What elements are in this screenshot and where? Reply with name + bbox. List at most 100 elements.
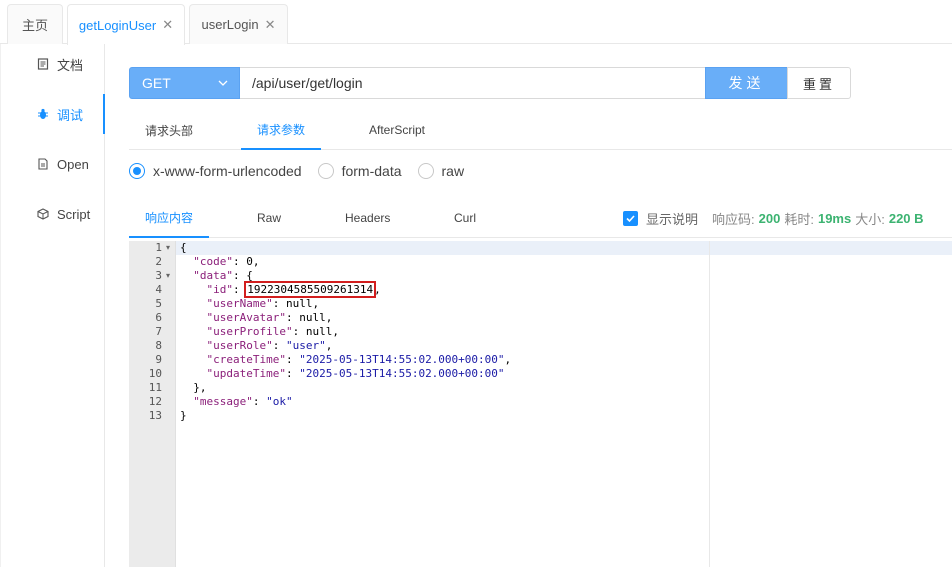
cube-icon <box>37 208 49 220</box>
tab-request-params[interactable]: 请求参数 <box>241 110 322 150</box>
line-number: 6 <box>155 311 162 324</box>
method-value: GET <box>142 75 171 91</box>
code-line: "id": 1922304585509261314, <box>206 281 381 298</box>
json-value: "2025-05-13T14:55:02.000+00:00" <box>299 353 505 366</box>
json-key: "userName" <box>206 297 273 310</box>
code-line: "createTime": "2025-05-13T14:55:02.000+0… <box>206 353 512 366</box>
status-code-label: 响应码: <box>712 211 755 227</box>
radio-label: raw <box>441 163 465 179</box>
json-key: "userProfile" <box>206 325 293 338</box>
code-line: "userName": null, <box>206 297 320 310</box>
size-value: 220 B <box>888 210 924 226</box>
time-label: 耗时: <box>784 211 814 227</box>
line-number: 3 <box>155 269 162 282</box>
code-line: "userAvatar": null, <box>206 311 333 324</box>
code-line: "userProfile": null, <box>206 325 339 338</box>
line-gutter: 1 ▾ 2 3 ▾ 4 5 6 7 8 9 10 11 12 13 <box>129 241 176 567</box>
sidebar-item-label: 文档 <box>57 57 84 73</box>
file-icon <box>38 158 48 170</box>
reset-button[interactable]: 重置 <box>787 67 851 99</box>
json-key: "createTime" <box>206 353 286 366</box>
line-number: 4 <box>155 283 162 296</box>
sidebar-item-label: 调试 <box>57 107 84 123</box>
json-brace: } <box>180 409 187 422</box>
send-button[interactable]: 发送 <box>705 67 788 99</box>
check-icon <box>626 214 635 222</box>
close-icon[interactable]: ✕ <box>265 17 276 33</box>
json-value: "user" <box>285 339 326 352</box>
tab-response-raw[interactable]: Raw <box>257 198 281 238</box>
tab-request-headers[interactable]: 请求头部 <box>145 110 193 150</box>
radio-x-www-form-urlencoded[interactable]: x-www-form-urlencoded <box>129 163 302 179</box>
json-brace: { <box>180 241 187 254</box>
radio-circle[interactable] <box>317 163 334 179</box>
show-description-label: 显示说明 <box>646 211 699 227</box>
tab-label: userLogin <box>201 17 259 32</box>
close-icon[interactable]: ✕ <box>162 17 173 33</box>
sidebar-item-label: Script <box>57 206 91 222</box>
line-number: 11 <box>148 381 162 394</box>
json-key: "updateTime" <box>206 367 286 380</box>
code-line: "data": { <box>193 269 253 282</box>
line-number: 13 <box>148 409 162 422</box>
json-key: "id" <box>206 283 234 296</box>
top-tab-bar: 主页 getLoginUser ✕ userLogin ✕ <box>0 0 952 45</box>
line-number: 5 <box>155 297 162 310</box>
chevron-down-icon <box>218 80 228 86</box>
code-line: } <box>180 409 187 423</box>
radio-circle[interactable] <box>129 163 145 179</box>
code-line: "userRole": "user", <box>206 339 333 352</box>
radio-raw[interactable]: raw <box>417 163 465 179</box>
show-description-checkbox[interactable] <box>623 210 638 226</box>
tab-getloginuser[interactable]: getLoginUser ✕ <box>67 4 185 45</box>
response-editor[interactable]: 1 ▾ 2 3 ▾ 4 5 6 7 8 9 10 11 12 13 { "cod… <box>129 241 952 567</box>
json-value: "2025-05-13T14:55:02.000+00:00" <box>299 367 505 380</box>
tab-userlogin[interactable]: userLogin ✕ <box>189 4 288 44</box>
fold-toggle-icon[interactable]: ▾ <box>166 269 170 283</box>
radio-label: x-www-form-urlencoded <box>153 163 302 179</box>
sidebar-item-debug[interactable]: 调试 <box>1 94 105 134</box>
radio-label: form-data <box>341 163 402 179</box>
id-value-highlighted: 1922304585509261314 <box>244 281 377 298</box>
radio-form-data[interactable]: form-data <box>317 163 402 179</box>
code-line: "code": 0, <box>193 255 260 268</box>
method-select[interactable]: GET <box>129 67 240 99</box>
document-icon <box>37 58 49 70</box>
json-key: "message" <box>193 395 253 408</box>
tab-response-headers[interactable]: Headers <box>345 198 390 238</box>
tab-label: 主页 <box>21 18 48 33</box>
tab-afterscript[interactable]: AfterScript <box>369 110 425 150</box>
sidebar: 文档 调试 Open Script <box>0 44 105 567</box>
response-tabs: 响应内容 Raw Headers Curl 显示说明 响应码: 200 耗时: … <box>129 198 952 238</box>
sidebar-item-docs[interactable]: 文档 <box>1 44 105 84</box>
code-area[interactable]: { "code": 0, "data": { "id": 19223045855… <box>176 241 710 567</box>
sidebar-item-script[interactable]: Script <box>1 194 105 234</box>
json-key: "userAvatar" <box>206 311 286 324</box>
status-code-value: 200 <box>758 210 781 226</box>
code-line: { <box>180 241 187 255</box>
tab-response-curl[interactable]: Curl <box>454 198 476 238</box>
tab-home[interactable]: 主页 <box>7 4 63 44</box>
url-input[interactable]: /api/user/get/login <box>240 67 706 99</box>
sidebar-item-open[interactable]: Open <box>1 144 105 184</box>
line-number: 7 <box>155 325 162 338</box>
fold-toggle-icon[interactable]: ▾ <box>166 241 170 255</box>
json-key: "userRole" <box>206 339 273 352</box>
json-value: "ok" <box>266 395 293 408</box>
response-meta: 显示说明 响应码: 200 耗时: 19ms 大小: 220 B <box>623 198 928 238</box>
line-number: 8 <box>155 339 162 352</box>
json-value: null <box>305 325 333 338</box>
request-tabs: 请求头部 请求参数 AfterScript <box>129 110 952 150</box>
sidebar-item-label: Open <box>57 156 89 172</box>
tab-label: getLoginUser <box>78 17 157 33</box>
json-value: null <box>299 311 326 324</box>
code-line: "message": "ok" <box>193 395 293 408</box>
line-number: 12 <box>148 395 162 408</box>
line-number: 2 <box>155 255 162 268</box>
radio-circle[interactable] <box>417 163 434 179</box>
tab-response-content[interactable]: 响应内容 <box>129 198 210 238</box>
code-line: }, <box>180 381 207 394</box>
time-value: 19ms <box>817 210 852 226</box>
line-number: 10 <box>148 367 162 380</box>
json-value: null <box>285 297 313 310</box>
